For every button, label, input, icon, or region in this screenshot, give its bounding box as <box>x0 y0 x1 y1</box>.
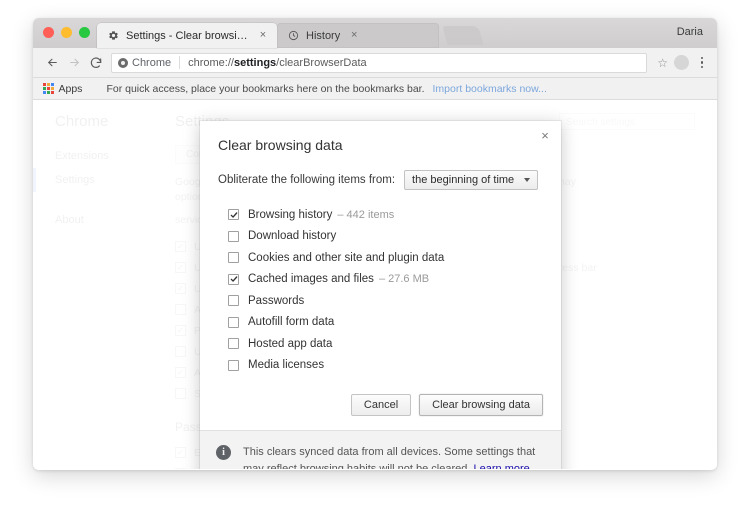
address-bar-url: chrome://settings/clearBrowserData <box>188 57 367 69</box>
site-identity-chip[interactable]: Chrome <box>118 57 171 69</box>
time-range-select[interactable]: the beginning of time <box>404 170 539 190</box>
address-bar[interactable]: Chrome chrome://settings/clearBrowserDat… <box>111 52 648 73</box>
window-controls <box>43 27 90 38</box>
history-clock-icon <box>287 29 300 42</box>
back-button[interactable] <box>41 52 63 74</box>
omnibox-divider <box>179 56 181 69</box>
maximize-window-button[interactable] <box>79 27 90 38</box>
checkbox-label: Autofill form data <box>248 316 335 329</box>
dialog-actions: Cancel Clear browsing data <box>200 384 561 430</box>
screenshot-root: Settings - Clear browsing data × History… <box>0 0 750 514</box>
minimize-window-button[interactable] <box>61 27 72 38</box>
page-content: Chrome Extensions Settings About Setting… <box>33 100 717 469</box>
close-icon[interactable]: × <box>257 30 269 42</box>
dialog-footer-text: This clears synced data from all devices… <box>243 444 543 469</box>
reload-button[interactable] <box>85 52 107 74</box>
tab-strip: Settings - Clear browsing data × History… <box>33 18 717 48</box>
chevron-down-icon <box>524 178 531 182</box>
dialog-body: Clear browsing data Obliterate the follo… <box>200 121 561 376</box>
checkbox-meta: – 27.6 MB <box>378 273 430 286</box>
bookmarks-hint: For quick access, place your bookmarks h… <box>106 82 425 95</box>
checkbox-icon[interactable] <box>228 359 239 371</box>
time-range-row: Obliterate the following items from: the… <box>218 170 543 190</box>
checkbox-row-cookies[interactable]: Cookies and other site and plugin data <box>228 247 543 269</box>
import-bookmarks-link[interactable]: Import bookmarks now... <box>433 83 547 95</box>
bookmark-star-icon[interactable]: ☆ <box>657 56 668 70</box>
checkbox-icon[interactable] <box>228 230 239 242</box>
checkbox-label: Media licenses <box>248 359 325 372</box>
checkbox-row-hosted-app-data[interactable]: Hosted app data <box>228 333 543 355</box>
forward-button[interactable] <box>63 52 85 74</box>
checkbox-row-media-licenses[interactable]: Media licenses <box>228 355 543 377</box>
new-tab-button[interactable] <box>442 26 484 45</box>
checkbox-label: Cookies and other site and plugin data <box>248 251 445 264</box>
clear-browsing-data-dialog: × Clear browsing data Obliterate the fol… <box>200 121 561 469</box>
kebab-menu-icon[interactable] <box>695 56 709 69</box>
checkbox-icon[interactable] <box>228 316 239 328</box>
checkbox-row-autofill[interactable]: Autofill form data <box>228 312 543 334</box>
browser-window: Settings - Clear browsing data × History… <box>33 18 717 470</box>
checkbox-icon[interactable] <box>228 338 239 350</box>
checkbox-icon[interactable] <box>228 273 239 285</box>
tab-title: Settings - Clear browsing data <box>126 29 249 42</box>
checkbox-label: Browsing history <box>248 208 333 221</box>
checkbox-row-passwords[interactable]: Passwords <box>228 290 543 312</box>
checkbox-icon[interactable] <box>228 252 239 264</box>
bookmarks-bar: Apps For quick access, place your bookma… <box>33 78 717 100</box>
tab-settings[interactable]: Settings - Clear browsing data × <box>97 23 277 48</box>
checkbox-label: Passwords <box>248 294 305 307</box>
time-range-value: the beginning of time <box>412 174 515 186</box>
checkbox-row-cached-images[interactable]: Cached images and files – 27.6 MB <box>228 269 543 291</box>
gear-icon <box>107 29 120 42</box>
apps-grid-icon[interactable] <box>43 83 54 94</box>
close-icon[interactable]: × <box>537 127 553 143</box>
checkbox-icon[interactable] <box>228 295 239 307</box>
apps-shortcut-label[interactable]: Apps <box>59 83 83 95</box>
close-window-button[interactable] <box>43 27 54 38</box>
checkbox-label: Download history <box>248 230 337 243</box>
url-host: settings <box>233 56 277 69</box>
time-range-label: Obliterate the following items from: <box>218 174 396 186</box>
checkbox-icon[interactable] <box>228 209 239 221</box>
checkbox-meta: – 442 items <box>337 208 395 221</box>
browser-toolbar: Chrome chrome://settings/clearBrowserDat… <box>33 48 717 78</box>
profile-avatar-icon[interactable] <box>674 55 689 70</box>
url-prefix: chrome:// <box>188 56 234 69</box>
url-path: /clearBrowserData <box>276 56 367 69</box>
site-identity-label: Chrome <box>132 56 172 69</box>
learn-more-link[interactable]: Learn more <box>474 463 530 469</box>
dialog-title: Clear browsing data <box>218 137 343 153</box>
checkbox-label: Cached images and files <box>248 273 374 286</box>
clear-browsing-data-button[interactable]: Clear browsing data <box>419 394 543 417</box>
checkbox-row-browsing-history[interactable]: Browsing history – 442 items <box>228 204 543 226</box>
data-type-checklist: Browsing history – 442 items Download hi… <box>228 204 543 376</box>
info-icon: i <box>216 445 231 461</box>
profile-name[interactable]: Daria <box>677 26 703 38</box>
checkbox-label: Hosted app data <box>248 337 333 350</box>
checkbox-row-download-history[interactable]: Download history <box>228 226 543 248</box>
chrome-shield-icon <box>118 57 128 68</box>
close-icon[interactable]: × <box>348 30 360 42</box>
cancel-button[interactable]: Cancel <box>350 394 412 417</box>
dialog-footer: i This clears synced data from all devic… <box>200 430 561 469</box>
tab-history[interactable]: History × <box>277 23 439 48</box>
tab-title: History <box>306 29 341 42</box>
